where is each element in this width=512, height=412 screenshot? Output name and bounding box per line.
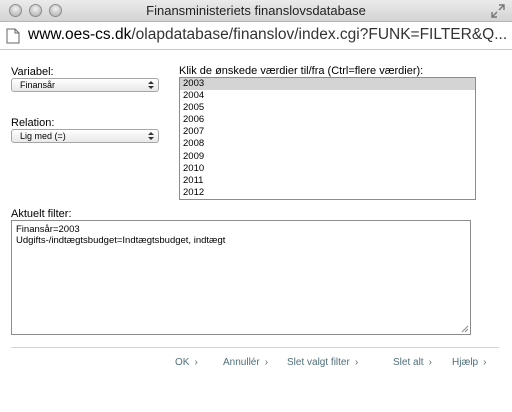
delete-all-label: Slet alt [393,357,424,368]
fullscreen-icon[interactable] [491,4,505,18]
select-arrows-icon [148,132,154,140]
url-path: /olapdatabase/finanslov/index.cgi?FUNK=F… [131,26,506,43]
filter-label: Aktuelt filter: [11,208,72,220]
list-item-2003[interactable]: 2003 [180,78,475,91]
divider [11,347,499,348]
filter-line: Udgifts-/indtægtsbudget=Indtægtsbudget, … [16,235,226,246]
ok-button-label: OK [175,357,190,368]
delete-selected-filter-button[interactable]: Slet valgt filter › [287,357,358,368]
list-item-2006[interactable]: 2006 [180,114,475,126]
list-item-2008[interactable]: 2008 [180,138,475,150]
address-bar: www.oes-cs.dk/olapdatabase/finanslov/ind… [0,23,512,50]
relation-select-value: Lig med (=) [20,131,66,141]
url-field[interactable]: www.oes-cs.dk/olapdatabase/finanslov/ind… [28,26,506,44]
list-item-2009[interactable]: 2009 [180,151,475,163]
relation-label: Relation: [11,117,55,129]
resize-grip-icon[interactable] [461,325,469,333]
list-item-2007[interactable]: 2007 [180,126,475,138]
select-arrows-icon [148,81,154,89]
delete-selected-filter-label: Slet valgt filter [287,357,350,368]
help-label: Hjælp [452,357,479,368]
filter-line: Finansår=2003 [16,224,80,235]
variable-select-value: Finansår [20,80,56,90]
chevron-right-icon: › [264,357,269,368]
values-listbox[interactable]: 2003 2004 2005 2006 2007 2008 2009 2010 … [179,77,476,200]
chevron-right-icon: › [428,357,432,368]
title-bar: Finansministeriets finanslovsdatabase [0,0,512,22]
variable-label: Variabel: [11,66,54,78]
chevron-right-icon: › [354,357,359,368]
delete-all-button[interactable]: Slet alt › [393,357,432,368]
values-label: Klik de ønskede værdier til/fra (Ctrl=fl… [179,65,424,77]
variable-select[interactable]: Finansår [11,78,159,92]
page-icon [6,28,20,44]
cancel-button-label: Annullér [223,357,260,368]
list-item-2005[interactable]: 2005 [180,102,475,114]
filter-textarea[interactable]: Finansår=2003 Udgifts-/indtægtsbudget=In… [11,220,471,335]
chevron-right-icon: › [483,357,487,368]
cancel-button[interactable]: Annullér › [223,357,268,368]
list-item-2011[interactable]: 2011 [180,175,475,187]
list-item-2010[interactable]: 2010 [180,163,475,175]
list-item-2012[interactable]: 2012 [180,187,475,199]
chevron-right-icon: › [194,357,198,368]
help-button[interactable]: Hjælp › [452,357,486,368]
window-title: Finansministeriets finanslovsdatabase [146,3,366,18]
list-item-2004[interactable]: 2004 [180,90,475,102]
ok-button[interactable]: OK › [175,357,198,368]
url-domain: www.oes-cs.dk [28,26,132,43]
relation-select[interactable]: Lig med (=) [11,129,159,143]
